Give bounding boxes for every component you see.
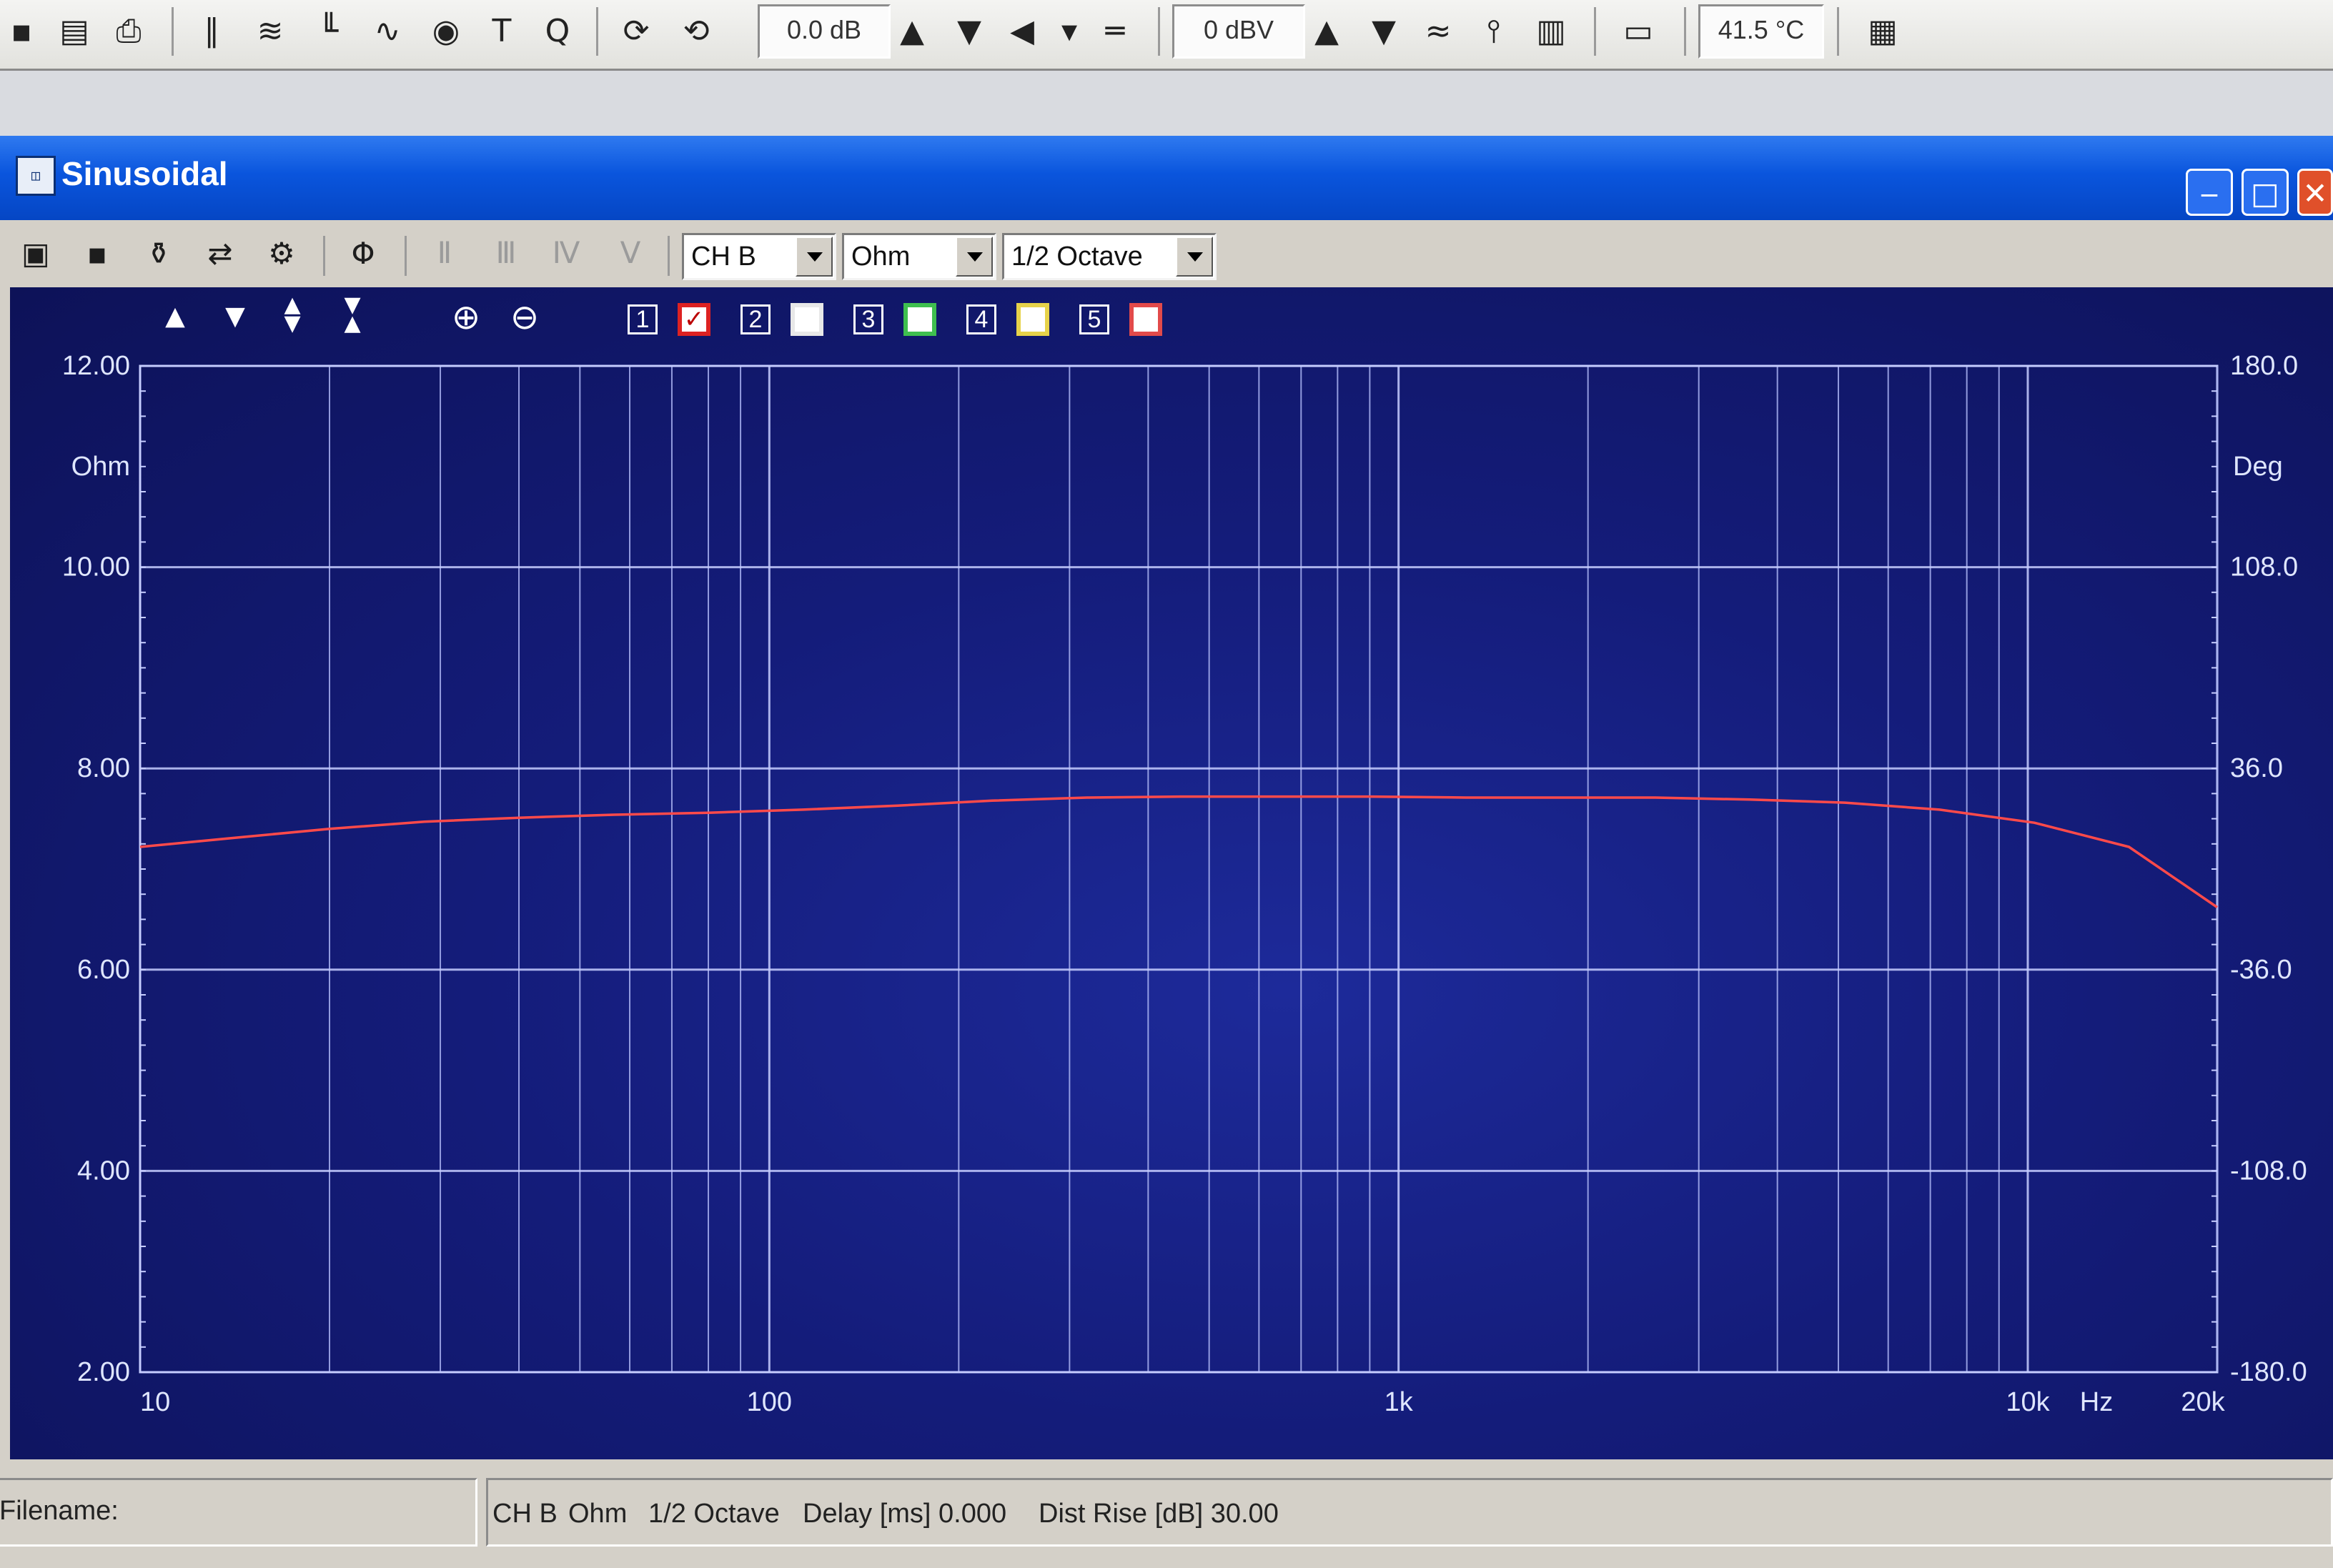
x-tick-label: 10	[140, 1387, 170, 1417]
dc-icon[interactable]: ═	[1094, 9, 1136, 54]
dbv-up-icon[interactable]: ▲	[1305, 9, 1348, 54]
status-channel: CH B	[492, 1499, 558, 1529]
dbv-down-icon[interactable]: ▼	[1362, 9, 1405, 54]
mv-pa-icon[interactable]: ▥	[1530, 9, 1572, 54]
toolbar-separator	[668, 236, 670, 276]
y-axis-unit-label: Ohm	[71, 452, 130, 482]
status-delay: Delay [ms] 0.000	[803, 1499, 1007, 1529]
main-toolbar: ▪ ▤ ⎙ ∥ ≋ ╙ ∿ ◉ T Q ⟳ ⟲ 0.0 dB ▲ ▼ ◀ ▾ ═…	[0, 0, 2333, 71]
y2-axis-unit-label: Deg	[2233, 452, 2283, 482]
maximize-icon[interactable]: □	[2242, 169, 2289, 216]
display-icon[interactable]: ▭	[1617, 9, 1660, 54]
toolbar-separator	[1158, 7, 1160, 56]
probe-icon[interactable]: ⫯	[1472, 9, 1515, 54]
y2-tick-label: -108.0	[2230, 1156, 2307, 1186]
loop-icon[interactable]: ⟳	[615, 9, 658, 54]
roman-three-icon[interactable]: Ⅲ	[485, 232, 527, 276]
y2-tick-label: 108.0	[2230, 552, 2298, 582]
resolution-select[interactable]: 1/2 Octave	[1002, 233, 1217, 280]
minimize-icon[interactable]: ‒	[2186, 169, 2233, 216]
y-tick-label: 6.00	[77, 955, 130, 985]
window-title: Sinusoidal	[61, 155, 228, 192]
status-dist-rise: Dist Rise [dB] 30.00	[1039, 1499, 1279, 1529]
y2-tick-label: 36.0	[2230, 753, 2283, 783]
plot-frame	[139, 364, 2219, 1374]
chevron-down-icon[interactable]	[956, 237, 993, 277]
spectrum-icon[interactable]: ╙	[307, 9, 350, 54]
toolbar-separator	[1594, 7, 1596, 56]
go-icon[interactable]: ▣	[14, 232, 57, 276]
status-bar: Filename: CH B Ohm 1/2 Octave Delay [ms]…	[0, 1471, 2333, 1549]
toolbar-separator	[1837, 7, 1839, 56]
x-tick-label: 1k	[1385, 1387, 1414, 1417]
toolbar-separator	[1684, 7, 1686, 56]
sine-icon[interactable]: ∿	[366, 9, 409, 54]
y-tick-label: 10.00	[62, 552, 130, 582]
chevron-down-icon[interactable]	[796, 237, 833, 277]
toolbar-separator	[172, 7, 174, 56]
toolbar-separator	[596, 7, 598, 56]
y-tick-label: 2.00	[77, 1357, 130, 1387]
measurement-info-field: CH B Ohm 1/2 Octave Delay [ms] 0.000 Dis…	[486, 1478, 2333, 1547]
filename-label: Filename:	[0, 1496, 119, 1526]
title-bar[interactable]: ◫ Sinusoidal ‒ □ ✕	[0, 136, 2333, 220]
scale-icon[interactable]: ⇄	[199, 232, 242, 276]
x-tick-label: 100	[747, 1387, 792, 1417]
roman-four-icon[interactable]: Ⅳ	[545, 232, 588, 276]
eye-icon[interactable]: ◉	[425, 9, 467, 54]
channel-select-value: CH B	[691, 242, 756, 272]
save-icon[interactable]: ▪	[76, 232, 119, 276]
status-resolution: 1/2 Octave	[648, 1499, 780, 1529]
phase-icon[interactable]: Φ	[342, 232, 385, 276]
filter-icon[interactable]: ≈	[1417, 9, 1460, 54]
channel-select[interactable]: CH B	[682, 233, 836, 280]
chevron-down-icon[interactable]	[1176, 237, 1213, 277]
x-axis-unit-label: Hz	[2080, 1387, 2113, 1417]
x-tick-label: 10k	[2006, 1387, 2050, 1417]
status-unit: Ohm	[568, 1499, 628, 1529]
x-tick-label: 20k	[2181, 1387, 2225, 1417]
filename-field: Filename:	[0, 1478, 477, 1547]
bars-icon[interactable]: ∥	[190, 9, 233, 54]
impedance-curve	[139, 795, 2218, 908]
impedance-chart: 12.00 10.00 8.00 6.00 4.00 2.00 Ohm 180.0 108.0 3…	[62, 351, 2307, 1417]
roman-two-icon[interactable]: Ⅱ	[423, 232, 466, 276]
toolbar-separator	[323, 236, 325, 276]
temperature-field: 41.5 °C	[1698, 4, 1824, 59]
close-icon[interactable]: ✕	[2297, 169, 2333, 216]
y-tick-label: 4.00	[77, 1156, 130, 1186]
window-toolbar: ▣ ▪ ⚱ ⇄ ⚙ Φ Ⅱ Ⅲ Ⅳ Ⅴ CH B Ohm 1/2 Octave	[0, 220, 2333, 289]
y-tick-label: 12.00	[62, 351, 130, 381]
save-icon[interactable]: ▪	[0, 9, 43, 54]
y2-tick-label: -180.0	[2230, 1357, 2307, 1387]
level-db-field[interactable]: 0.0 dB	[758, 4, 891, 59]
window-app-icon[interactable]: ◫	[16, 156, 56, 196]
loop-settings-icon[interactable]: ⟲	[675, 9, 718, 54]
signal-icon[interactable]: ⚱	[137, 232, 180, 276]
settings-icon[interactable]: ⚙	[260, 232, 303, 276]
unit-select[interactable]: Ohm	[842, 233, 996, 280]
speaker-icon[interactable]: ◀	[1001, 9, 1044, 54]
heater-icon[interactable]: ▦	[1861, 9, 1904, 54]
waterfall-icon[interactable]: ≋	[249, 9, 292, 54]
roman-five-icon[interactable]: Ⅴ	[609, 232, 652, 276]
ts-params-icon[interactable]: T	[480, 9, 523, 54]
sinusoidal-window: ◫ Sinusoidal ‒ □ ✕ ▣ ▪ ⚱ ⇄ ⚙ Φ Ⅱ Ⅲ Ⅳ Ⅴ C…	[0, 136, 2333, 1568]
unit-select-value: Ohm	[851, 242, 911, 272]
toolbar-separator	[405, 236, 407, 276]
level-down-icon[interactable]: ▼	[948, 9, 991, 54]
y2-tick-label: -36.0	[2230, 955, 2292, 985]
y2-tick-label: 180.0	[2230, 351, 2298, 381]
level-up-icon[interactable]: ▲	[891, 9, 933, 54]
level-dbv-field[interactable]: 0 dBV	[1172, 4, 1305, 59]
save-all-icon[interactable]: ▤	[53, 9, 96, 54]
resolution-select-value: 1/2 Octave	[1011, 242, 1143, 272]
dropdown-arrow-icon[interactable]: ▾	[1048, 9, 1091, 54]
print-icon[interactable]: ⎙	[107, 9, 150, 54]
qc-params-icon[interactable]: Q	[536, 9, 579, 54]
y-tick-label: 8.00	[77, 753, 130, 783]
plot-panel: ▲ ▼ ▲ ▼ ▼ ▲ ⊕ ⊖ 1 ✓ 2 3 4 5 12.00 10.00 8.00…	[10, 287, 2333, 1459]
